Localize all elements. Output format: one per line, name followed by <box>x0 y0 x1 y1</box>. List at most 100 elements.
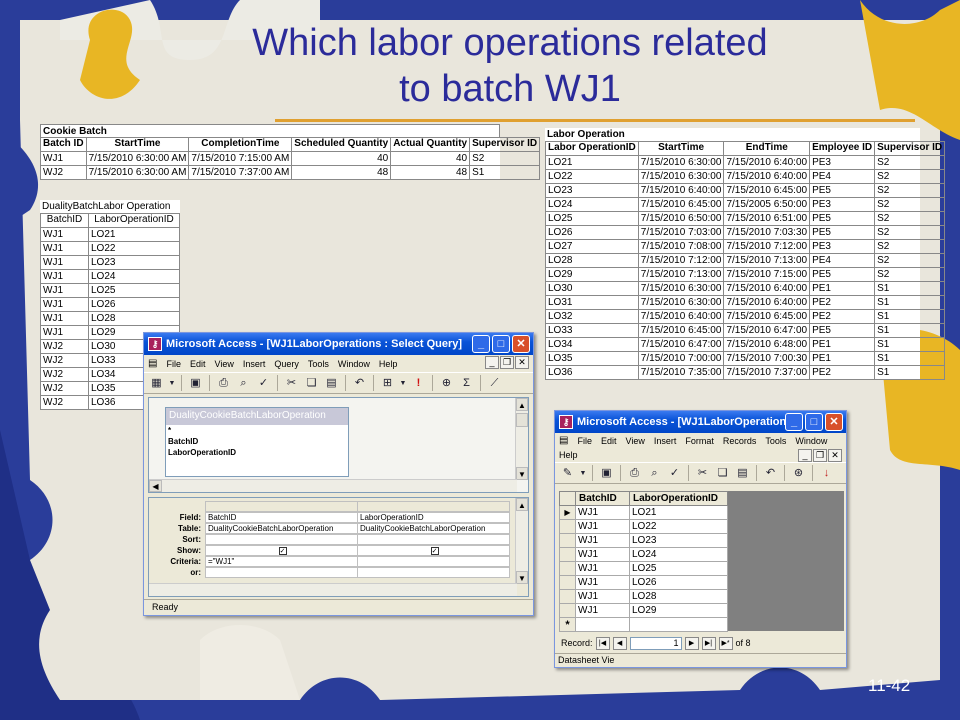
save-icon[interactable]: ▣ <box>187 375 204 392</box>
field-list-item[interactable]: * <box>166 425 348 436</box>
query-type-icon[interactable]: ⊞ <box>379 375 396 392</box>
next-record-icon[interactable]: ▶ <box>684 636 699 650</box>
row-selector[interactable] <box>559 575 576 590</box>
table-cell[interactable] <box>575 617 630 632</box>
table-cell[interactable]: DualityCookieBatchLaborOperation <box>205 523 358 534</box>
query-window-titlebar[interactable]: ⚷ Microsoft Access - [WJ1LaborOperations… <box>144 333 533 355</box>
table-row[interactable]: WJ1 LO28 <box>559 589 728 604</box>
mdi-minimize-button[interactable]: _ <box>485 356 499 369</box>
design-view-icon[interactable]: ✎ <box>559 465 576 482</box>
show-checkbox[interactable]: ✓ <box>430 547 439 555</box>
table-cell[interactable]: LO28 <box>629 589 728 604</box>
menu-insert[interactable]: Insert <box>654 436 677 446</box>
grid-col-header[interactable] <box>357 501 510 512</box>
menu-help[interactable]: Help <box>559 450 578 460</box>
first-record-icon[interactable]: |◀ <box>595 636 610 650</box>
dropdown-arrow-icon[interactable]: ▼ <box>579 465 587 482</box>
query-design-window[interactable]: ⚷ Microsoft Access - [WJ1LaborOperations… <box>143 332 534 616</box>
dropdown-arrow-icon[interactable]: ▼ <box>399 375 407 392</box>
scroll-left-arrow-icon[interactable]: ◀ <box>149 480 162 492</box>
row-selector[interactable] <box>559 547 576 562</box>
hyperlink-icon[interactable]: ⊛ <box>790 465 807 482</box>
row-selector[interactable] <box>559 603 576 618</box>
menu-file[interactable]: File <box>577 436 592 446</box>
minimize-button[interactable]: _ <box>785 413 803 431</box>
current-record-arrow-icon[interactable]: ▶ <box>559 505 576 520</box>
mdi-minimize-button[interactable]: _ <box>798 449 812 462</box>
paste-icon[interactable]: ▤ <box>323 375 340 392</box>
table-cell[interactable]: LO24 <box>629 547 728 562</box>
menu-tools[interactable]: Tools <box>308 359 329 369</box>
table-cell[interactable]: WJ1 <box>575 519 630 534</box>
mdi-restore-button[interactable]: ❐ <box>500 356 514 369</box>
table-cell[interactable]: WJ1 <box>575 575 630 590</box>
grid-hscroll[interactable] <box>149 583 517 596</box>
datasheet-view-icon[interactable]: ▦ <box>148 375 165 392</box>
mdi-close-button[interactable]: ✕ <box>515 356 529 369</box>
menu-query[interactable]: Query <box>274 359 299 369</box>
sort-cell[interactable] <box>205 534 358 545</box>
results-window[interactable]: ⚷ Microsoft Access - [WJ1LaborOperations… <box>554 410 847 668</box>
table-row[interactable]: WJ1 LO26 <box>559 575 728 590</box>
table-cell[interactable]: LO25 <box>629 561 728 576</box>
column-header[interactable]: LaborOperationID <box>629 491 728 506</box>
build-icon[interactable]: ⟋ <box>486 375 503 392</box>
print-icon[interactable]: ⎙ <box>215 375 232 392</box>
menu-window[interactable]: Window <box>795 436 827 446</box>
scroll-down-arrow-icon[interactable]: ▼ <box>516 467 528 480</box>
scroll-up-arrow-icon[interactable]: ▲ <box>516 498 528 511</box>
table-row[interactable]: WJ1 LO23 <box>559 533 728 548</box>
close-button[interactable]: ✕ <box>512 335 530 353</box>
row-selector[interactable] <box>559 519 576 534</box>
menu-format[interactable]: Format <box>685 436 714 446</box>
sort-ascending-icon[interactable]: ↓ <box>818 465 835 482</box>
scroll-thumb[interactable] <box>516 413 528 427</box>
field-cell[interactable]: LaborOperationID <box>357 512 510 523</box>
menu-tools[interactable]: Tools <box>765 436 786 446</box>
copy-icon[interactable]: ❏ <box>303 375 320 392</box>
table-cell[interactable]: WJ1 <box>575 547 630 562</box>
table-cell[interactable]: LO22 <box>629 519 728 534</box>
show-checkbox[interactable]: ✓ <box>278 547 287 555</box>
menu-help[interactable]: Help <box>379 359 398 369</box>
maximize-button[interactable]: □ <box>805 413 823 431</box>
criteria-cell[interactable]: ="WJ1" <box>205 556 358 567</box>
show-table-icon[interactable]: ⊕ <box>438 375 455 392</box>
table-row[interactable]: WJ1 LO25 <box>559 561 728 576</box>
results-window-titlebar[interactable]: ⚷ Microsoft Access - [WJ1LaborOperations… <box>555 411 846 433</box>
field-list-item[interactable]: LaborOperationID <box>166 447 348 458</box>
spelling-icon[interactable]: ✓ <box>666 465 683 482</box>
table-pane-hscroll[interactable]: ◀ <box>149 479 517 492</box>
copy-icon[interactable]: ❏ <box>714 465 731 482</box>
criteria-cell[interactable] <box>357 556 510 567</box>
table-row[interactable]: ▶ WJ1 LO21 <box>559 505 728 520</box>
table-cell[interactable]: WJ1 <box>575 533 630 548</box>
table-cell[interactable]: LO23 <box>629 533 728 548</box>
run-icon[interactable]: ! <box>410 375 427 392</box>
grid-col-header[interactable] <box>205 501 358 512</box>
column-header[interactable]: BatchID <box>575 491 630 506</box>
menu-window[interactable]: Window <box>338 359 370 369</box>
row-selector[interactable] <box>559 589 576 604</box>
totals-icon[interactable]: Σ <box>458 375 475 392</box>
previous-record-icon[interactable]: ◀ <box>612 636 627 650</box>
table-row[interactable]: WJ1 LO24 <box>559 547 728 562</box>
table-cell[interactable]: LO29 <box>629 603 728 618</box>
mdi-restore-button[interactable]: ❐ <box>813 449 827 462</box>
table-cell[interactable]: DualityCookieBatchLaborOperation <box>357 523 510 534</box>
cut-icon[interactable]: ✂ <box>694 465 711 482</box>
field-list-item[interactable]: BatchID <box>166 436 348 447</box>
menu-insert[interactable]: Insert <box>243 359 266 369</box>
table-row[interactable]: WJ1 LO22 <box>559 519 728 534</box>
close-button[interactable]: ✕ <box>825 413 843 431</box>
row-selector-header[interactable] <box>559 491 576 506</box>
table-pane-vscroll[interactable]: ▲ ▼ <box>515 398 528 480</box>
menu-view[interactable]: View <box>625 436 644 446</box>
table-cell[interactable]: WJ1 <box>575 561 630 576</box>
new-record-row[interactable]: * <box>559 617 728 632</box>
table-cell[interactable]: WJ1 <box>575 505 630 520</box>
save-icon[interactable]: ▣ <box>598 465 615 482</box>
table-row[interactable]: WJ1 LO29 <box>559 603 728 618</box>
field-list-box[interactable]: DualityCookieBatchLaborOperation * Batch… <box>165 407 349 477</box>
print-preview-icon[interactable]: ⌕ <box>235 375 252 392</box>
